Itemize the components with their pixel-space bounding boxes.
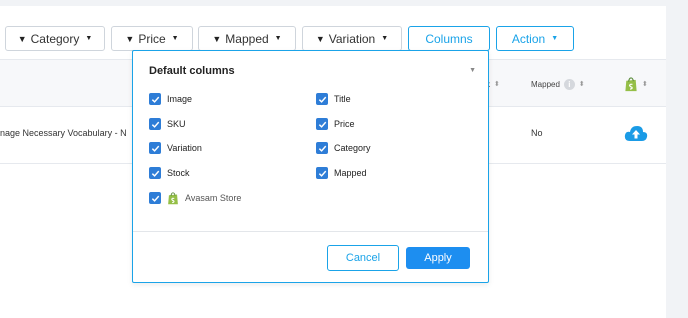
category-filter-button[interactable]: ▼ Category ▼ xyxy=(5,26,105,51)
checkbox[interactable] xyxy=(149,93,161,105)
column-option-avasam-store[interactable]: Avasam Store xyxy=(149,191,241,205)
info-icon: i xyxy=(563,78,575,90)
cancel-button[interactable]: Cancel xyxy=(327,245,399,271)
checkmark-icon xyxy=(151,96,159,103)
checkbox[interactable] xyxy=(149,142,161,154)
column-option-label: SKU xyxy=(167,119,186,129)
price-filter-button[interactable]: ▼ Price ▼ xyxy=(111,26,193,51)
checkbox[interactable] xyxy=(316,167,328,179)
column-option-image[interactable]: Image xyxy=(149,92,192,106)
mapped-value: No xyxy=(531,128,543,138)
funnel-icon: ▼ xyxy=(212,33,222,44)
checkmark-icon xyxy=(318,145,326,152)
product-title-cell: nage Necessary Vocabulary - N xyxy=(0,102,127,164)
column-option-label: Price xyxy=(334,119,355,129)
checkbox[interactable] xyxy=(149,167,161,179)
column-option-label: Mapped xyxy=(334,168,367,178)
mapped-cell: No xyxy=(531,102,543,164)
mapped-column-header[interactable]: Mapped i ⬍ xyxy=(531,60,585,108)
divider xyxy=(133,231,488,232)
shopify-column-header[interactable]: ⬍ xyxy=(624,60,648,108)
mapped-filter-button[interactable]: ▼ Mapped ▼ xyxy=(198,26,296,51)
sort-icon: ⬍ xyxy=(578,81,585,88)
column-option-label: Variation xyxy=(167,143,202,153)
category-filter-label: Category xyxy=(30,31,80,46)
funnel-icon: ▼ xyxy=(17,33,27,44)
shopify-icon xyxy=(168,191,178,204)
checkbox[interactable] xyxy=(316,93,328,105)
column-option-sku[interactable]: SKU xyxy=(149,117,186,131)
caret-down-icon: ▼ xyxy=(381,35,389,42)
column-option-variation[interactable]: Variation xyxy=(149,141,202,155)
caret-down-icon: ▼ xyxy=(85,35,93,42)
variation-filter-label: Variation xyxy=(328,31,376,46)
filter-bar: ▼ Category ▼ ▼ Price ▼ ▼ Mapped ▼ ▼ Vari… xyxy=(0,26,666,52)
columns-button[interactable]: Columns xyxy=(408,26,490,51)
funnel-icon: ▼ xyxy=(315,33,325,44)
checkbox[interactable] xyxy=(149,192,161,204)
column-option-label: Category xyxy=(334,143,371,153)
action-button[interactable]: Action ▼ xyxy=(496,26,574,51)
checkmark-icon xyxy=(318,170,326,177)
cloud-upload-icon[interactable] xyxy=(624,124,648,142)
columns-dropdown: Default columns ▼ Image Title SKU Price … xyxy=(132,50,489,283)
column-option-label: Stock xyxy=(167,168,190,178)
caret-down-icon: ▼ xyxy=(274,35,282,42)
mapped-filter-label: Mapped xyxy=(225,31,269,46)
column-option-label: Avasam Store xyxy=(185,193,242,203)
shopify-icon xyxy=(625,76,637,91)
funnel-icon: ▼ xyxy=(125,33,135,44)
product-title: nage Necessary Vocabulary - N xyxy=(0,128,127,138)
checkmark-icon xyxy=(151,195,159,202)
caret-down-icon: ▼ xyxy=(551,35,559,42)
checkbox[interactable] xyxy=(149,118,161,130)
apply-button[interactable]: Apply xyxy=(406,247,470,269)
checkmark-icon xyxy=(151,170,159,177)
checkbox[interactable] xyxy=(316,142,328,154)
collapse-toggle-icon[interactable]: ▼ xyxy=(469,67,476,74)
checkmark-icon xyxy=(318,96,326,103)
checkmark-icon xyxy=(151,145,159,152)
column-option-title[interactable]: Title xyxy=(316,92,351,106)
column-option-stock[interactable]: Stock xyxy=(149,166,190,180)
caret-down-icon: ▼ xyxy=(171,35,179,42)
upload-cell xyxy=(624,102,648,164)
column-option-label: Image xyxy=(167,94,193,104)
checkmark-icon xyxy=(318,121,326,128)
column-option-mapped[interactable]: Mapped xyxy=(316,166,367,180)
column-option-price[interactable]: Price xyxy=(316,117,355,131)
cancel-button-label: Cancel xyxy=(345,252,381,264)
mapped-column-label: Mapped xyxy=(531,79,560,89)
price-filter-label: Price xyxy=(138,31,166,46)
checkmark-icon xyxy=(151,121,159,128)
columns-button-label: Columns xyxy=(425,31,473,46)
sort-icon: ⬍ xyxy=(494,81,500,88)
checkbox[interactable] xyxy=(316,118,328,130)
column-option-label: Title xyxy=(334,94,351,104)
action-button-label: Action xyxy=(511,31,546,46)
variation-filter-button[interactable]: ▼ Variation ▼ xyxy=(302,26,402,51)
dropdown-title: Default columns xyxy=(149,65,235,77)
sort-icon: ⬍ xyxy=(642,81,648,88)
column-option-category[interactable]: Category xyxy=(316,141,371,155)
apply-button-label: Apply xyxy=(424,252,452,264)
